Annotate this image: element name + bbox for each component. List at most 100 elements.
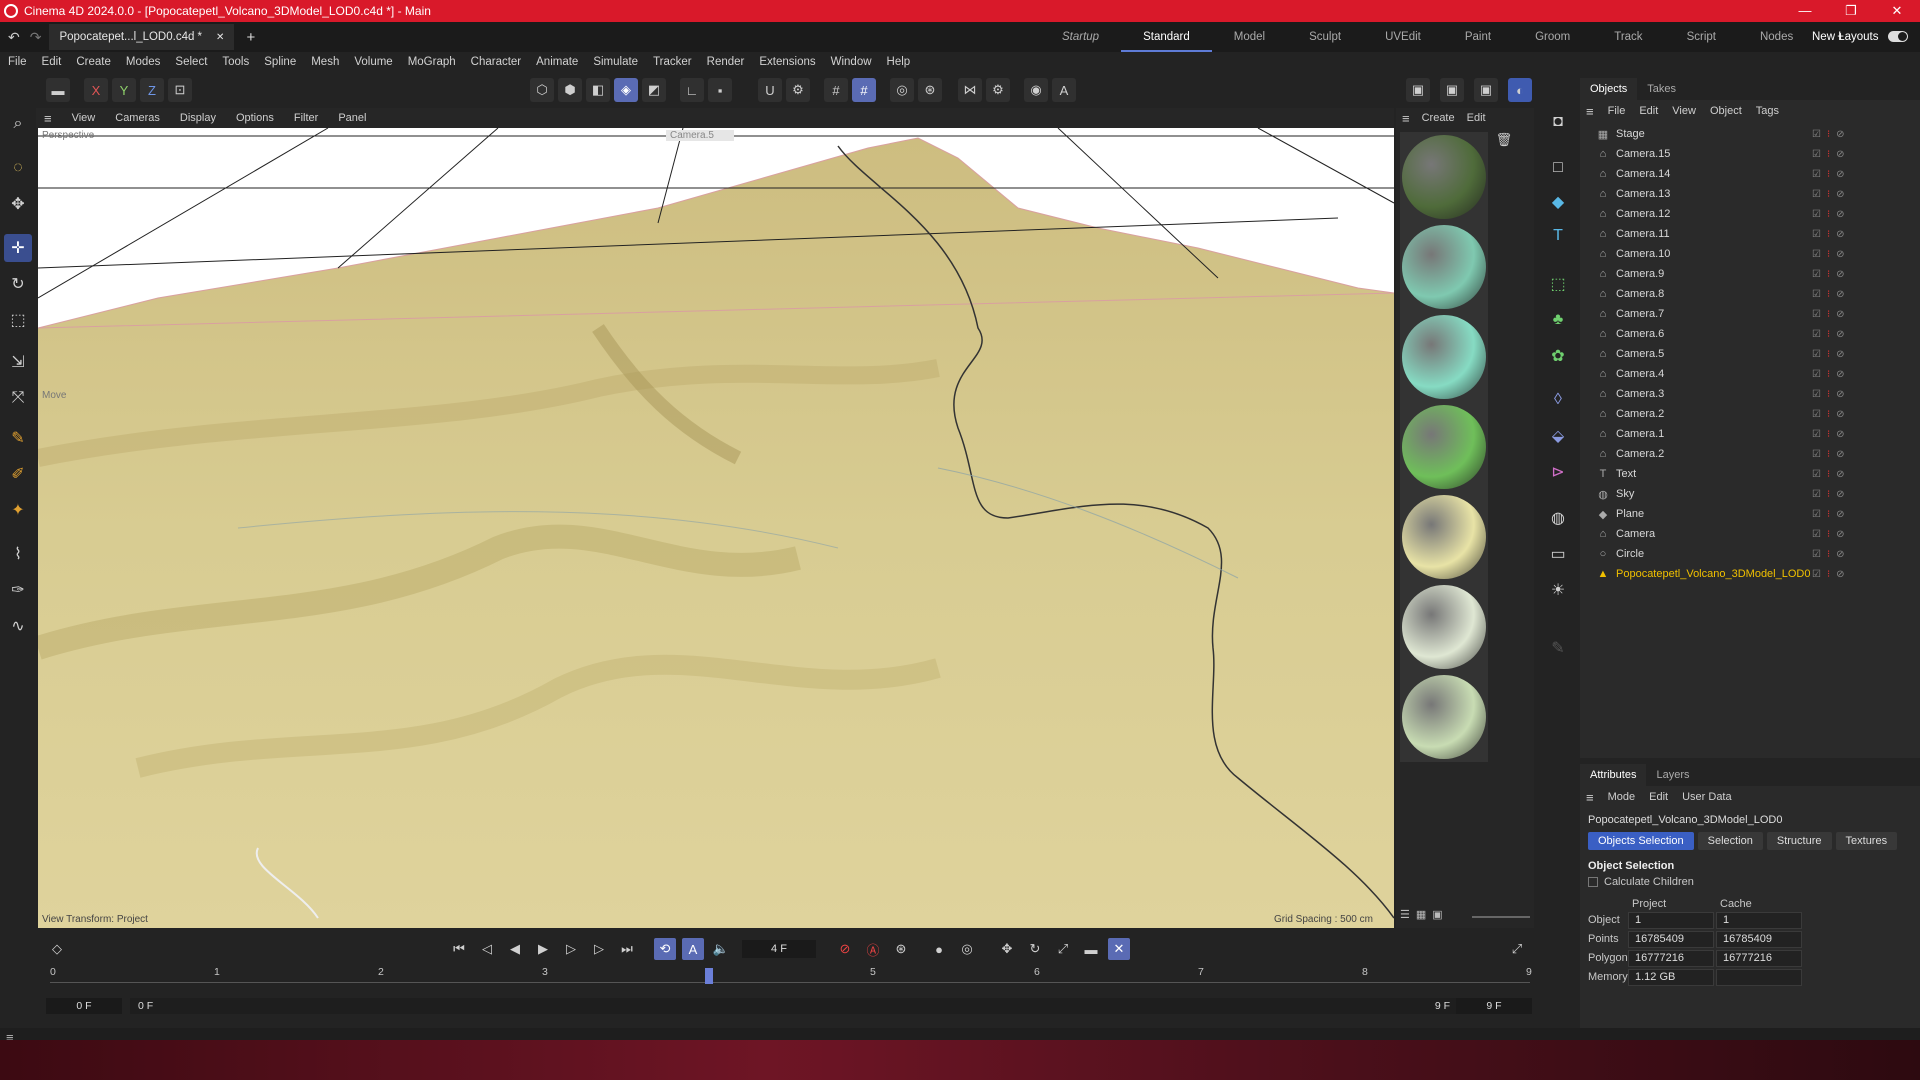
parameter-track-icon[interactable]: ▬: [1080, 938, 1102, 960]
play-icon[interactable]: ▶: [532, 938, 554, 960]
menu-extensions[interactable]: Extensions: [759, 56, 815, 68]
visibility-dot-icon[interactable]: ⁝: [1827, 509, 1830, 520]
tag-icon[interactable]: ⊘: [1836, 409, 1844, 420]
object-row[interactable]: ⌂ Camera.4 ☑ ⁝ ⊘: [1580, 364, 1920, 384]
visibility-dot-icon[interactable]: ⁝: [1827, 549, 1830, 560]
text-object-icon[interactable]: T: [1544, 222, 1572, 250]
material-swatch[interactable]: GMap_Texture_Po: [1400, 312, 1488, 416]
go-to-start-icon[interactable]: ⏮: [448, 938, 470, 960]
visibility-dot-icon[interactable]: ⁝: [1827, 369, 1830, 380]
effector-icon[interactable]: ✿: [1544, 342, 1572, 370]
menu-create[interactable]: Create: [76, 56, 111, 68]
multi-transform-icon[interactable]: ⤧: [4, 384, 32, 412]
loop-icon[interactable]: ⟲: [654, 938, 676, 960]
visibility-dot-icon[interactable]: ⁝: [1827, 469, 1830, 480]
viewport-camera-label[interactable]: Camera.5: [666, 130, 734, 141]
object-row[interactable]: ⌂ Camera.5 ☑ ⁝ ⊘: [1580, 344, 1920, 364]
previous-frame-icon[interactable]: ◀: [504, 938, 526, 960]
subtab-textures[interactable]: Textures: [1835, 832, 1898, 850]
object-row[interactable]: ⌂ Camera.1 ☑ ⁝ ⊘: [1580, 424, 1920, 444]
tag-icon[interactable]: ⊘: [1836, 269, 1844, 280]
visibility-dot-icon[interactable]: ⁝: [1827, 449, 1830, 460]
layout-tab-nodes[interactable]: Nodes: [1738, 22, 1815, 52]
move-tool-icon[interactable]: ✛: [4, 234, 32, 262]
layer-toggle-icon[interactable]: ☑: [1812, 409, 1821, 420]
object-flags[interactable]: ☑ ⁝ ⊘: [1812, 249, 1845, 260]
attribute-menu-user-data[interactable]: User Data: [1682, 791, 1732, 803]
large-view-icon[interactable]: ▣: [1432, 908, 1442, 921]
material-size-slider[interactable]: [1472, 916, 1530, 918]
tag-icon[interactable]: ⊘: [1836, 449, 1844, 460]
menu-character[interactable]: Character: [471, 56, 522, 68]
render-view-icon[interactable]: ▣: [1406, 78, 1430, 102]
layout-tab-uvedit[interactable]: UVEdit: [1363, 22, 1443, 52]
tag-icon[interactable]: ⊘: [1836, 369, 1844, 380]
object-flags[interactable]: ☑ ⁝ ⊘: [1812, 309, 1845, 320]
material-swatch[interactable]: OSM_Texture_Pop: [1400, 402, 1488, 506]
layout-tab-track[interactable]: Track: [1592, 22, 1664, 52]
y-axis-button[interactable]: Y: [112, 78, 136, 102]
transform-tool-icon[interactable]: ⇲: [4, 348, 32, 376]
subtab-selection[interactable]: Selection: [1697, 832, 1763, 850]
material-swatch[interactable]: [1400, 672, 1488, 764]
layer-toggle-icon[interactable]: ☑: [1812, 249, 1821, 260]
visibility-dot-icon[interactable]: ⁝: [1827, 309, 1830, 320]
layer-toggle-icon[interactable]: ☑: [1812, 469, 1821, 480]
menu-tools[interactable]: Tools: [222, 56, 249, 68]
object-row[interactable]: ⌂ Camera.12 ☑ ⁝ ⊘: [1580, 204, 1920, 224]
visibility-dot-icon[interactable]: ⁝: [1827, 149, 1830, 160]
menu-tracker[interactable]: Tracker: [653, 56, 692, 68]
go-to-end-icon[interactable]: ⏭: [616, 938, 638, 960]
menu-select[interactable]: Select: [175, 56, 207, 68]
viewport-menu-display[interactable]: Display: [180, 112, 216, 124]
object-row[interactable]: ⌂ Camera ☑ ⁝ ⊘: [1580, 524, 1920, 544]
maximize-button[interactable]: ❐: [1828, 0, 1874, 22]
object-flags[interactable]: ☑ ⁝ ⊘: [1812, 529, 1845, 540]
tab-attributes[interactable]: Attributes: [1580, 764, 1647, 786]
spline-tools-icon[interactable]: ✦: [4, 496, 32, 524]
tracer-icon[interactable]: ⊳: [1544, 458, 1572, 486]
object-row[interactable]: ⌂ Camera.15 ☑ ⁝ ⊘: [1580, 144, 1920, 164]
close-tab-icon[interactable]: ✕: [216, 32, 224, 43]
new-layouts-toggle[interactable]: [1888, 31, 1908, 42]
edit-render-settings-icon[interactable]: ▣: [1474, 78, 1498, 102]
generator-icon[interactable]: ⬚: [1544, 270, 1572, 298]
layer-toggle-icon[interactable]: ☑: [1812, 269, 1821, 280]
layer-toggle-icon[interactable]: ☑: [1812, 569, 1821, 580]
subtab-structure[interactable]: Structure: [1766, 832, 1832, 850]
tag-icon[interactable]: ⊘: [1836, 549, 1844, 560]
menu-animate[interactable]: Animate: [536, 56, 578, 68]
tag-icon[interactable]: ⊘: [1836, 209, 1844, 220]
field-icon[interactable]: ⬙: [1544, 422, 1572, 450]
autokey-record-icon[interactable]: Ⓐ: [862, 938, 884, 960]
attribute-menu-icon[interactable]: ≡: [1586, 790, 1594, 805]
minimize-button[interactable]: —: [1782, 0, 1828, 22]
camera-object-icon[interactable]: ◘: [1544, 108, 1572, 136]
soft-selection-icon[interactable]: ◎: [890, 78, 914, 102]
visibility-dot-icon[interactable]: ⁝: [1827, 269, 1830, 280]
record-active-icon[interactable]: ⊘: [834, 938, 856, 960]
material-swatch[interactable]: AG_Streets_Textur: [1400, 492, 1488, 596]
grid-view-icon[interactable]: ▦: [1416, 908, 1426, 921]
symmetry-settings-icon[interactable]: ⚙: [986, 78, 1010, 102]
3d-viewport[interactable]: Perspective Camera.5 Move View Transform…: [38, 128, 1394, 928]
timeline-graph-icon[interactable]: ⤢: [1506, 938, 1528, 960]
object-flags[interactable]: ☑ ⁝ ⊘: [1812, 189, 1845, 200]
layer-toggle-icon[interactable]: ☑: [1812, 349, 1821, 360]
x-axis-button[interactable]: X: [84, 78, 108, 102]
object-flags[interactable]: ☑ ⁝ ⊘: [1812, 229, 1845, 240]
keyframe-icon[interactable]: ◇: [46, 938, 68, 960]
attribute-menu-edit[interactable]: Edit: [1649, 791, 1668, 803]
object-row[interactable]: ▦ Stage ☑ ⁝ ⊘: [1580, 124, 1920, 144]
interactive-render-icon[interactable]: ◐: [1508, 78, 1532, 102]
key-selection-icon[interactable]: ●: [928, 938, 950, 960]
tag-icon[interactable]: ⊘: [1836, 489, 1844, 500]
cube-outline-icon[interactable]: □: [1544, 154, 1572, 182]
object-flags[interactable]: ☑ ⁝ ⊘: [1812, 409, 1845, 420]
subtab-objects-selection[interactable]: Objects Selection: [1588, 832, 1694, 850]
rotation-track-icon[interactable]: ↻: [1024, 938, 1046, 960]
z-axis-button[interactable]: Z: [140, 78, 164, 102]
layer-toggle-icon[interactable]: ☑: [1812, 489, 1821, 500]
layer-toggle-icon[interactable]: ☑: [1812, 149, 1821, 160]
sound-icon[interactable]: 🔈: [710, 938, 732, 960]
